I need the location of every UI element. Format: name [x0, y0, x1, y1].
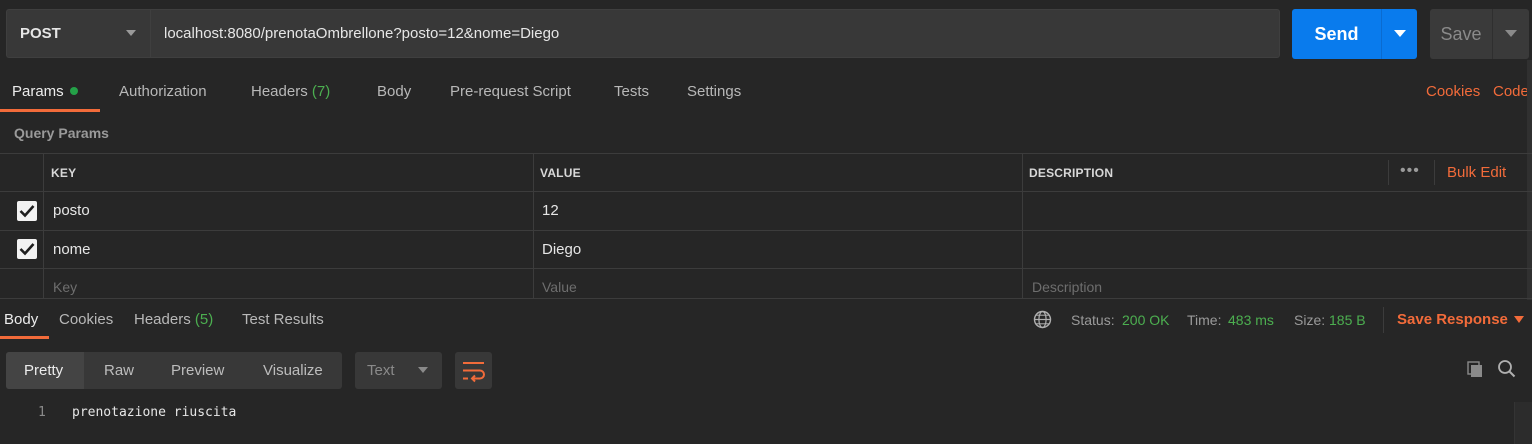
- copy-icon[interactable]: [1466, 360, 1484, 382]
- headers-count: (7): [311, 83, 331, 100]
- tab-label: Authorization: [119, 83, 207, 100]
- divider: [43, 153, 44, 298]
- divider: [1383, 307, 1384, 333]
- param-value[interactable]: Diego: [542, 241, 581, 258]
- tab-label: Tests: [614, 83, 650, 100]
- send-label: Send: [1314, 23, 1359, 44]
- column-header-key: KEY: [51, 166, 77, 180]
- tab-settings[interactable]: Settings: [687, 83, 741, 100]
- tab-label: Params: [12, 83, 64, 100]
- cookies-link[interactable]: Cookies: [1426, 83, 1480, 100]
- tab-headers[interactable]: Headers (7): [251, 83, 330, 100]
- tab-label: Settings: [687, 83, 742, 100]
- section-title: Query Params: [14, 125, 109, 141]
- status-label: Status:: [1071, 312, 1115, 328]
- size-label: Size:: [1294, 312, 1326, 328]
- active-tab-indicator: [0, 336, 49, 339]
- param-key[interactable]: posto: [53, 202, 90, 219]
- send-options-button[interactable]: [1381, 9, 1417, 59]
- save-response-label: Save Response: [1397, 311, 1508, 328]
- format-value: Text: [367, 362, 395, 379]
- tab-label: Body: [377, 83, 412, 100]
- send-button[interactable]: Send: [1292, 9, 1381, 59]
- response-tab-body[interactable]: Body: [4, 311, 38, 328]
- format-select[interactable]: Text: [355, 352, 442, 389]
- tab-label: Headers: [134, 311, 191, 328]
- tab-authorization[interactable]: Authorization: [119, 83, 207, 100]
- tab-tests[interactable]: Tests: [614, 83, 649, 100]
- tab-label: Pre-request Script: [450, 83, 571, 100]
- time-value[interactable]: 483 ms: [1228, 312, 1274, 328]
- more-options-icon[interactable]: •••: [1400, 162, 1420, 180]
- column-header-value: VALUE: [540, 166, 581, 180]
- url-value: localhost:8080/prenotaOmbrellone?posto=1…: [164, 25, 560, 42]
- view-mode-raw[interactable]: Raw: [104, 362, 134, 379]
- tab-pre-request-script[interactable]: Pre-request Script: [450, 83, 571, 100]
- divider: [0, 153, 1532, 154]
- scrollbar[interactable]: [1514, 402, 1532, 444]
- params-active-dot: [69, 87, 78, 96]
- column-header-description: DESCRIPTION: [1029, 166, 1114, 180]
- response-tab-headers[interactable]: Headers (5): [134, 311, 213, 328]
- wrap-lines-icon: [463, 362, 485, 383]
- divider: [0, 230, 1532, 231]
- wrap-lines-button[interactable]: [455, 352, 492, 389]
- divider: [0, 191, 1532, 192]
- save-response-button[interactable]: Save Response: [1397, 311, 1508, 328]
- divider: [0, 268, 1532, 269]
- scrollbar[interactable]: [1527, 60, 1532, 300]
- new-description-input[interactable]: Description: [1032, 279, 1102, 295]
- method-value: POST: [20, 25, 61, 42]
- chevron-down-icon: [1505, 30, 1517, 37]
- url-input[interactable]: localhost:8080/prenotaOmbrellone?posto=1…: [150, 9, 1280, 58]
- view-mode-pretty[interactable]: Pretty: [24, 362, 63, 379]
- divider: [1022, 153, 1023, 298]
- search-icon[interactable]: [1497, 359, 1516, 382]
- checkmark-icon: [19, 205, 35, 218]
- globe-icon[interactable]: [1033, 310, 1052, 333]
- line-number: 1: [38, 405, 46, 420]
- save-button[interactable]: Save: [1430, 9, 1492, 59]
- save-label: Save: [1440, 23, 1482, 44]
- status-value[interactable]: 200 OK: [1122, 312, 1169, 328]
- size-value[interactable]: 185 B: [1329, 312, 1366, 328]
- chevron-down-icon: [1394, 30, 1406, 37]
- param-checkbox[interactable]: [17, 201, 37, 221]
- tab-body[interactable]: Body: [377, 83, 411, 100]
- chevron-down-icon[interactable]: [1514, 316, 1524, 323]
- tab-params[interactable]: Params: [12, 83, 78, 100]
- response-tab-cookies[interactable]: Cookies: [59, 311, 113, 328]
- code-link[interactable]: Code: [1493, 83, 1529, 100]
- divider: [533, 153, 534, 298]
- checkmark-icon: [19, 243, 35, 256]
- method-select[interactable]: POST: [6, 9, 150, 58]
- view-mode-preview[interactable]: Preview: [171, 362, 224, 379]
- divider: [1388, 160, 1389, 185]
- headers-count: (5): [194, 311, 214, 328]
- save-options-button[interactable]: [1492, 9, 1529, 59]
- new-value-input[interactable]: Value: [542, 279, 577, 295]
- chevron-down-icon: [126, 30, 136, 36]
- tab-label: Headers: [251, 83, 308, 100]
- param-value[interactable]: 12: [542, 202, 559, 219]
- response-tab-test-results[interactable]: Test Results: [242, 311, 324, 328]
- time-label: Time:: [1187, 312, 1222, 328]
- bulk-edit-link[interactable]: Bulk Edit: [1447, 164, 1506, 181]
- divider: [0, 298, 1532, 299]
- param-key[interactable]: nome: [53, 241, 91, 258]
- response-body-line: prenotazione riuscita: [72, 405, 237, 420]
- view-mode-visualize[interactable]: Visualize: [263, 362, 323, 379]
- active-tab-indicator: [0, 109, 100, 112]
- divider: [1434, 160, 1435, 185]
- chevron-down-icon: [418, 367, 428, 373]
- new-key-input[interactable]: Key: [53, 279, 77, 295]
- param-checkbox[interactable]: [17, 239, 37, 259]
